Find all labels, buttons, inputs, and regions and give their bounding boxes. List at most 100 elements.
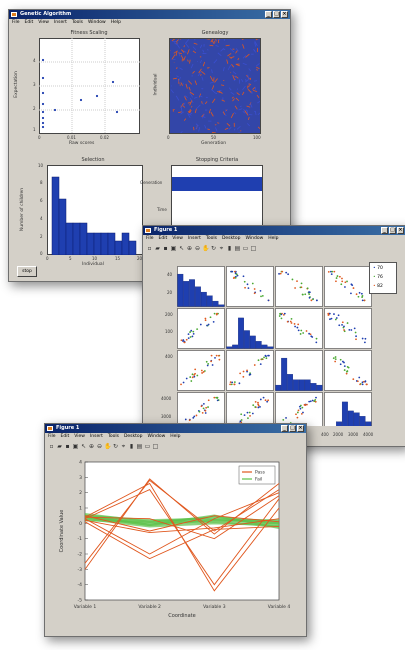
pointer-icon[interactable]: ↖ [80, 443, 87, 450]
hide-tools-icon[interactable]: ▭ [144, 443, 151, 450]
scatter-point [254, 400, 257, 403]
print-icon[interactable]: ▣ [72, 443, 79, 450]
scatter-point [267, 299, 270, 302]
selection-xtick: 10 [92, 256, 98, 261]
scatter-point [299, 286, 302, 289]
maximize-icon[interactable]: □ [273, 11, 280, 18]
rotate-icon[interactable]: ↻ [210, 245, 217, 252]
menu-view[interactable]: View [172, 235, 183, 243]
menu-desktop[interactable]: Desktop [222, 235, 241, 243]
genealogy-title: Genealogy [201, 30, 229, 36]
minimize-icon[interactable]: _ [381, 227, 388, 234]
menu-window[interactable]: Window [88, 19, 106, 27]
scatter-point [308, 400, 311, 403]
menu-tools[interactable]: Tools [108, 433, 119, 441]
figure-area: 4 3 2 1 0 -1 -2 -3 -4 -5 Variable 1 Variable 2 Varia… [45, 452, 306, 636]
data-cursor-icon[interactable]: ⌖ [218, 245, 225, 252]
hide-tools-icon[interactable]: ▭ [242, 245, 249, 252]
legend-icon[interactable]: ▤ [234, 245, 241, 252]
menu-tools[interactable]: Tools [206, 235, 217, 243]
print-icon[interactable]: ▣ [170, 245, 177, 252]
menu-file[interactable]: File [146, 235, 154, 243]
zoom-out-icon[interactable]: ⊖ [194, 245, 201, 252]
genealogy-segment [202, 103, 204, 105]
menu-edit[interactable]: Edit [25, 19, 34, 27]
scatter-point [200, 369, 203, 372]
stopping-label-generation: Generation [140, 180, 163, 185]
legend-icon[interactable]: ▤ [136, 443, 143, 450]
minimize-icon[interactable]: _ [281, 425, 288, 432]
legend-label: 70 [377, 266, 383, 271]
genealogy-segment [214, 40, 216, 43]
scatter-point [327, 270, 330, 273]
maximize-icon[interactable]: □ [389, 227, 396, 234]
zoom-out-icon[interactable]: ⊖ [96, 443, 103, 450]
parallel-coordinates-chart: 4 3 2 1 0 -1 -2 -3 -4 -5Variable 1 Variable 2 Varia… [59, 460, 290, 620]
menu-view[interactable]: View [38, 19, 49, 27]
menu-desktop[interactable]: Desktop [124, 433, 143, 441]
menu-file[interactable]: File [48, 433, 56, 441]
scatter-point [294, 287, 296, 289]
stopping-label-time: Time [157, 207, 167, 212]
fitness-ylabel: Expectation [13, 71, 19, 98]
menu-help[interactable]: Help [111, 19, 121, 27]
new-figure-icon[interactable]: ▫ [48, 443, 55, 450]
scatter-point [190, 380, 193, 382]
rotate-icon[interactable]: ↻ [112, 443, 119, 450]
window-titlebar[interactable]: Figure 1 _ □ × [143, 226, 405, 235]
save-icon[interactable]: ▪ [162, 245, 169, 252]
colorbar-icon[interactable]: ▮ [226, 245, 233, 252]
pan-icon[interactable]: ✋ [104, 443, 111, 450]
menu-tools[interactable]: Tools [72, 19, 83, 27]
zoom-in-icon[interactable]: ⊕ [186, 245, 193, 252]
menu-file[interactable]: File [12, 19, 20, 27]
colorbar-icon[interactable]: ▮ [128, 443, 135, 450]
data-cursor-icon[interactable]: ⌖ [120, 443, 127, 450]
scatter-point [341, 321, 344, 324]
y-tick-label: 2 [79, 490, 82, 496]
menu-view[interactable]: View [74, 433, 85, 441]
minimize-icon[interactable]: _ [265, 11, 272, 18]
close-icon[interactable]: × [397, 227, 404, 234]
open-icon[interactable]: ▰ [56, 443, 63, 450]
scatter-point [278, 272, 280, 275]
scatter-point [261, 358, 264, 360]
scatter-point [248, 411, 251, 414]
scatter-point [361, 299, 364, 302]
scatter-point [344, 281, 347, 284]
save-icon[interactable]: ▪ [64, 443, 71, 450]
menu-window[interactable]: Window [246, 235, 264, 243]
scatter-point [339, 363, 342, 366]
menu-insert[interactable]: Insert [54, 19, 67, 27]
scatter-point [202, 402, 205, 405]
menu-edit[interactable]: Edit [159, 235, 168, 243]
menu-insert[interactable]: Insert [188, 235, 201, 243]
show-tools-icon[interactable]: □ [250, 245, 257, 252]
selection-ytick: 10 [38, 163, 44, 168]
new-figure-icon[interactable]: ▫ [146, 245, 153, 252]
stop-button[interactable]: stop [17, 266, 37, 277]
show-tools-icon[interactable]: □ [152, 443, 159, 450]
open-icon[interactable]: ▰ [154, 245, 161, 252]
fitness-xlabel: Raw scores [69, 141, 95, 146]
pan-icon[interactable]: ✋ [202, 245, 209, 252]
window-titlebar[interactable]: Figure 1 _ □ × [45, 424, 306, 433]
histogram-bar [238, 317, 244, 349]
scatter-point [357, 295, 360, 298]
menu-help[interactable]: Help [170, 433, 180, 441]
menu-insert[interactable]: Insert [90, 433, 103, 441]
close-icon[interactable]: × [297, 425, 304, 432]
menu-window[interactable]: Window [148, 433, 166, 441]
close-icon[interactable]: × [281, 11, 288, 18]
scatter-point [206, 324, 208, 327]
zoom-in-icon[interactable]: ⊕ [88, 443, 95, 450]
window-titlebar[interactable]: Genetic Algorithm _ □ × [9, 10, 290, 19]
genealogy-plot [169, 38, 261, 134]
maximize-icon[interactable]: □ [289, 425, 296, 432]
scatter-point [207, 362, 210, 365]
scatter-point [306, 287, 309, 290]
menu-help[interactable]: Help [268, 235, 278, 243]
scatter-point [212, 320, 215, 323]
menu-edit[interactable]: Edit [61, 433, 70, 441]
pointer-icon[interactable]: ↖ [178, 245, 185, 252]
